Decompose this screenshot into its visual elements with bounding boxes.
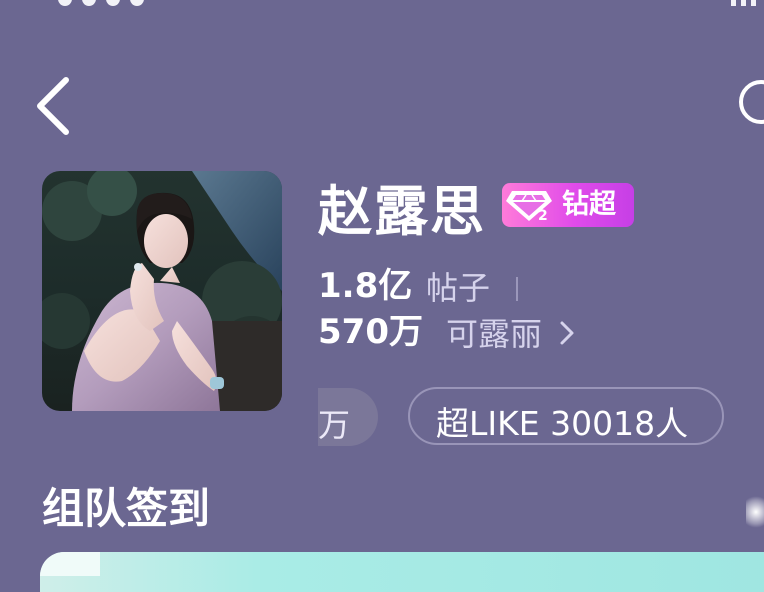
super-like-pill[interactable]: 超LIKE 30018人 bbox=[408, 387, 724, 445]
fans-label[interactable]: 可露丽 bbox=[446, 314, 542, 354]
status-dot bbox=[82, 0, 96, 6]
more-button[interactable] bbox=[735, 78, 764, 126]
super-badge[interactable]: 2 钻超 bbox=[502, 183, 634, 227]
chevron-left-icon bbox=[37, 77, 69, 135]
status-dots bbox=[58, 0, 144, 6]
team-checkin-card[interactable] bbox=[40, 552, 764, 592]
fans-chevron[interactable] bbox=[557, 318, 577, 348]
avatar[interactable] bbox=[42, 171, 282, 411]
stat-divider bbox=[516, 277, 518, 301]
posts-label: 帖子 bbox=[426, 269, 491, 307]
status-bar bbox=[0, 0, 764, 14]
card-highlight bbox=[40, 552, 100, 576]
info-pill-partial[interactable]: 万 bbox=[318, 388, 378, 446]
info-pill-text: 万 bbox=[318, 406, 351, 444]
super-like-text: 超LIKE 30018人 bbox=[436, 404, 689, 443]
signal-icon bbox=[731, 0, 756, 6]
badge-label: 钻超 bbox=[562, 189, 616, 220]
chevron-right-icon bbox=[560, 321, 574, 345]
back-button[interactable] bbox=[30, 76, 80, 136]
status-dot bbox=[130, 0, 144, 6]
posts-count: 1.8亿 bbox=[318, 266, 413, 306]
fans-count[interactable]: 570万 bbox=[318, 312, 423, 352]
section-title: 组队签到 bbox=[42, 484, 211, 533]
svg-text:2: 2 bbox=[538, 208, 548, 223]
page-title: 赵露思 bbox=[318, 180, 486, 243]
diamond-icon: 2 bbox=[506, 191, 552, 223]
sparkle-decoration bbox=[746, 495, 764, 529]
avatar-photo bbox=[42, 171, 282, 411]
status-dot bbox=[58, 0, 72, 6]
status-dot bbox=[106, 0, 120, 6]
circle-icon bbox=[739, 80, 764, 124]
